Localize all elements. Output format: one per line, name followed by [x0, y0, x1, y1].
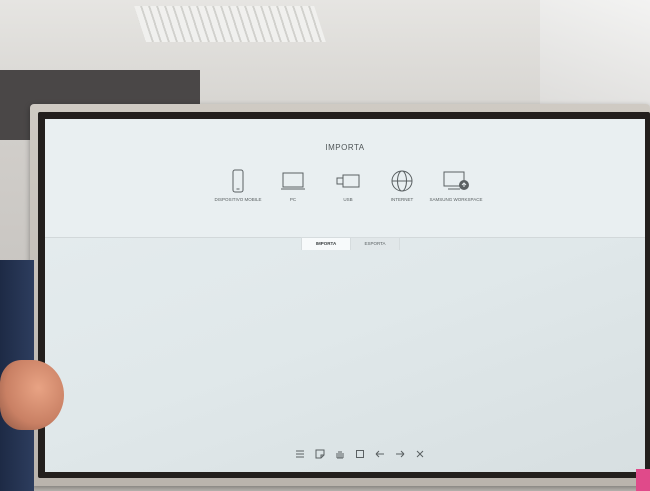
ceiling-light	[134, 6, 326, 42]
menu-button[interactable]	[293, 447, 307, 461]
cloud-monitor-icon	[443, 171, 469, 190]
display-screen: IMPORTA DISPOSITIVO MOBILE PC USB INTERN…	[45, 119, 645, 472]
panel-title: IMPORTA	[325, 143, 365, 152]
option-samsung-workspace[interactable]: SAMSUNG WORKSPACE	[421, 169, 491, 203]
usb-icon	[336, 174, 360, 188]
note-icon	[315, 449, 325, 459]
redo-button[interactable]	[393, 447, 407, 461]
undo-icon	[375, 450, 384, 458]
laptop-icon	[281, 172, 305, 190]
menu-icon	[296, 450, 304, 458]
hand-button[interactable]	[333, 447, 347, 461]
close-button[interactable]	[413, 447, 427, 461]
mobile-icon	[232, 169, 244, 193]
display-frame: IMPORTA DISPOSITIVO MOBILE PC USB INTERN…	[38, 112, 650, 478]
bottom-toolbar	[293, 446, 427, 462]
undo-button[interactable]	[373, 447, 387, 461]
redo-icon	[396, 450, 405, 458]
import-panel: IMPORTA DISPOSITIVO MOBILE PC USB INTERN…	[45, 119, 645, 238]
display-bezel: IMPORTA DISPOSITIVO MOBILE PC USB INTERN…	[30, 104, 650, 486]
tab-bar: IMPORTA ESPORTA	[45, 237, 645, 251]
option-label: SAMSUNG WORKSPACE	[429, 197, 483, 202]
globe-icon	[391, 170, 413, 192]
tab-esporta[interactable]: ESPORTA	[350, 237, 400, 250]
person-hand	[0, 360, 64, 430]
hand-icon	[336, 451, 344, 459]
square-button[interactable]	[353, 447, 367, 461]
close-icon	[416, 450, 424, 458]
tab-importa[interactable]: IMPORTA	[301, 237, 351, 250]
wall-panel	[540, 0, 650, 120]
pink-object	[636, 469, 650, 491]
note-button[interactable]	[313, 447, 327, 461]
square-icon	[356, 450, 364, 458]
